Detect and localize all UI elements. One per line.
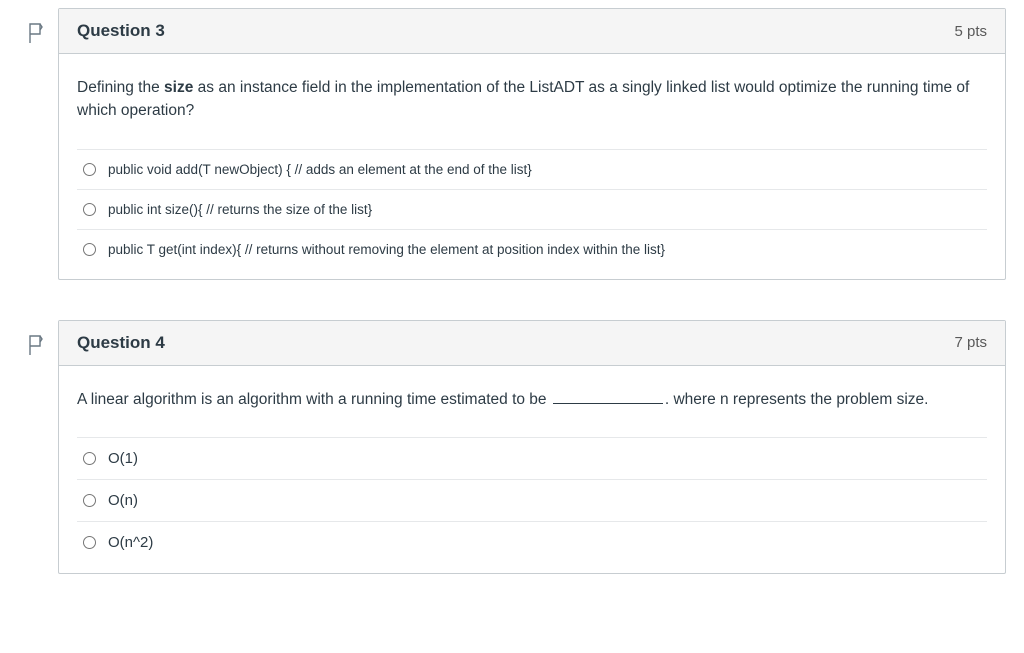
answer-radio[interactable]	[83, 494, 96, 507]
answer-option[interactable]: O(1)	[77, 438, 987, 480]
answer-radio[interactable]	[83, 203, 96, 216]
answer-text: public int size(){ // returns the size o…	[108, 202, 372, 217]
flag-icon[interactable]	[26, 334, 44, 356]
answer-radio[interactable]	[83, 163, 96, 176]
question-prompt: A linear algorithm is an algorithm with …	[77, 388, 987, 411]
flag-icon[interactable]	[26, 22, 44, 44]
question-block: Question 3 5 pts Defining the size as an…	[58, 8, 1006, 280]
question-points: 5 pts	[954, 23, 987, 40]
question-prompt: Defining the size as an instance field i…	[77, 76, 987, 123]
question-title: Question 3	[77, 21, 165, 41]
prompt-text-pre: A linear algorithm is an algorithm with …	[77, 391, 551, 408]
question-title: Question 4	[77, 333, 165, 353]
question-card: Question 3 5 pts Defining the size as an…	[58, 8, 1006, 280]
answers-list: public void add(T newObject) { // adds a…	[77, 149, 987, 269]
answer-option[interactable]: public void add(T newObject) { // adds a…	[77, 150, 987, 190]
answer-text: O(n^2)	[108, 534, 153, 551]
answer-radio[interactable]	[83, 536, 96, 549]
answer-radio[interactable]	[83, 243, 96, 256]
answer-radio[interactable]	[83, 452, 96, 465]
question-body: Defining the size as an instance field i…	[59, 54, 1005, 279]
answer-text: public void add(T newObject) { // adds a…	[108, 162, 532, 177]
question-header: Question 3 5 pts	[59, 9, 1005, 54]
answer-option[interactable]: O(n^2)	[77, 522, 987, 563]
question-points: 7 pts	[954, 334, 987, 351]
prompt-text-post: as an instance field in the implementati…	[77, 79, 969, 119]
answer-option[interactable]: public T get(int index){ // returns with…	[77, 230, 987, 269]
prompt-text-pre: Defining the	[77, 79, 164, 96]
answer-text: O(1)	[108, 450, 138, 467]
prompt-text-bold: size	[164, 79, 193, 96]
question-block: Question 4 7 pts A linear algorithm is a…	[58, 320, 1006, 574]
fill-blank	[553, 391, 663, 403]
prompt-text-post: . where n represents the problem size.	[665, 391, 929, 408]
answers-list: O(1) O(n) O(n^2)	[77, 437, 987, 563]
answer-option[interactable]: public int size(){ // returns the size o…	[77, 190, 987, 230]
answer-option[interactable]: O(n)	[77, 480, 987, 522]
question-card: Question 4 7 pts A linear algorithm is a…	[58, 320, 1006, 574]
answer-text: O(n)	[108, 492, 138, 509]
question-body: A linear algorithm is an algorithm with …	[59, 366, 1005, 573]
answer-text: public T get(int index){ // returns with…	[108, 242, 665, 257]
question-header: Question 4 7 pts	[59, 321, 1005, 366]
